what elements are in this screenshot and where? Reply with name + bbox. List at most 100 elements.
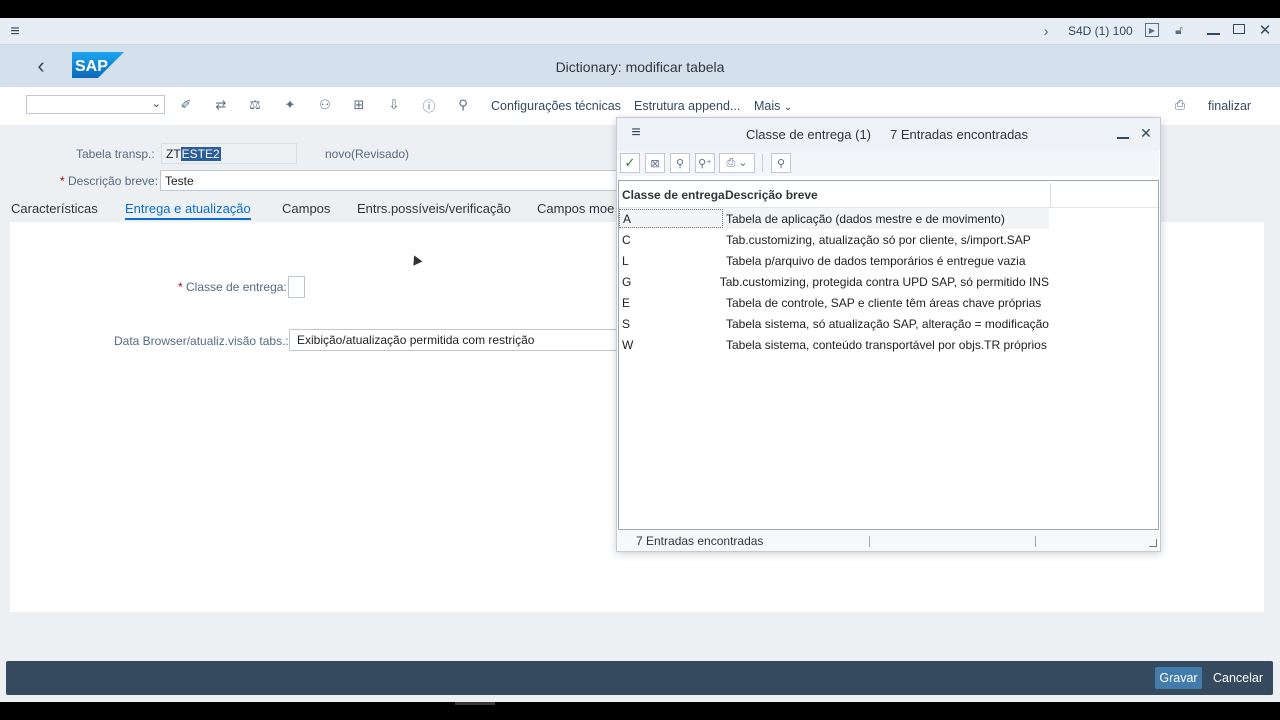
- table-row[interactable]: G Tab.customizing, protegida contra UPD …: [619, 271, 1049, 292]
- chevron-right-icon[interactable]: ›: [1038, 22, 1054, 40]
- table-row[interactable]: C Tab.customizing, atualização só por cl…: [619, 229, 1049, 250]
- display-change-icon[interactable]: ⇄: [213, 97, 229, 113]
- tab-campos[interactable]: Campos: [282, 201, 330, 216]
- dialog-minimize-icon[interactable]: [1117, 137, 1129, 139]
- table-row[interactable]: L Tabela p/arquivo de dados temporários …: [619, 250, 1049, 271]
- bottom-strip: [0, 702, 1280, 720]
- activate-icon[interactable]: ✦: [282, 97, 298, 113]
- tabela-transp-label: Tabela transp.:: [76, 147, 155, 161]
- print-icon[interactable]: ⎙: [1172, 97, 1188, 113]
- hierarchy-icon[interactable]: ⊞: [351, 97, 367, 113]
- classe-entrega-input[interactable]: [288, 276, 305, 298]
- system-label: S4D (1) 100: [1068, 24, 1133, 38]
- pin-icon[interactable]: ⚲: [771, 153, 791, 173]
- chevron-down-icon: ⌄: [783, 102, 793, 113]
- column-header-classe[interactable]: Classe de entrega: [622, 188, 725, 202]
- status-text: novo(Revisado): [325, 147, 410, 161]
- more-menu-button[interactable]: Mais ⌄: [754, 99, 792, 113]
- check-object-icon[interactable]: ⚖: [247, 97, 263, 113]
- descricao-breve-label: * Descrição breve:: [60, 174, 158, 188]
- row-description: Tabela sistema, conteúdo transportável p…: [726, 337, 1047, 352]
- print-dropdown-icon[interactable]: ⎙ ⌄: [719, 153, 755, 173]
- toolbar-separator: [762, 154, 763, 172]
- row-code: W: [622, 337, 634, 352]
- column-header-descricao[interactable]: Descrição breve: [725, 188, 818, 202]
- where-used-icon[interactable]: ⚇: [317, 97, 333, 113]
- grid-header: Classe de entrega Descrição breve: [619, 181, 1158, 208]
- data-browser-value: Exibição/atualização permitida com restr…: [297, 333, 535, 347]
- dialog-count: 7 Entradas encontradas: [890, 127, 1029, 142]
- footer-bar: Gravar Cancelar: [6, 661, 1273, 695]
- descricao-breve-input[interactable]: Teste: [160, 170, 620, 191]
- results-grid: Classe de entrega Descrição breve A Tabe…: [618, 180, 1159, 530]
- status-divider: [869, 536, 870, 547]
- table-row[interactable]: E Tabela de controle, SAP e cliente têm …: [619, 292, 1049, 313]
- required-marker: *: [178, 280, 183, 294]
- descricao-breve-label-text: Descrição breve:: [68, 174, 159, 188]
- data-browser-select[interactable]: Exibição/atualização permitida com restr…: [289, 329, 619, 351]
- shell-top-bar: ≡ › S4D (1) 100 ▶ 🔓︎ ✕: [0, 18, 1280, 45]
- row-code: A: [619, 209, 723, 228]
- tabela-transp-field[interactable]: ZT ESTE2: [161, 143, 297, 164]
- other-object-icon[interactable]: ✐: [178, 97, 194, 113]
- row-description: Tabela de controle, SAP e cliente têm ár…: [726, 295, 1042, 310]
- classe-entrega-label-text: Classe de entrega:: [186, 280, 287, 294]
- row-description: Tab.customizing, protegida contra UPD SA…: [719, 274, 1049, 289]
- status-divider: [1035, 536, 1036, 547]
- row-code: S: [622, 316, 631, 331]
- hamburger-menu-icon[interactable]: ≡: [6, 23, 24, 41]
- dialog-status-text: 7 Entradas encontradas: [636, 534, 764, 548]
- page-title: Dictionary: modificar tabela: [555, 59, 725, 75]
- restore-icon[interactable]: [1233, 24, 1245, 34]
- tabela-transp-selection: ESTE2: [180, 146, 221, 161]
- command-field[interactable]: ⌄: [26, 95, 165, 114]
- finalizar-button[interactable]: finalizar: [1208, 99, 1251, 113]
- cancel-x-icon[interactable]: ⊠: [645, 153, 665, 173]
- dialog-menu-icon[interactable]: ≡: [627, 124, 645, 142]
- tabela-transp-prefix: ZT: [166, 146, 181, 161]
- tab-campos-moeda[interactable]: Campos moe: [537, 201, 614, 216]
- row-description: Tab.customizing, atualização só por clie…: [726, 232, 1031, 247]
- minimize-icon[interactable]: [1207, 33, 1220, 35]
- gravar-button[interactable]: Gravar: [1155, 667, 1202, 689]
- tab-caracteristicas[interactable]: Características: [11, 201, 98, 216]
- row-code: L: [622, 253, 629, 268]
- play-icon[interactable]: ▶: [1145, 23, 1159, 37]
- descricao-breve-value: Teste: [165, 173, 194, 188]
- transport-icon[interactable]: ⇩: [386, 97, 402, 113]
- row-code: G: [622, 274, 632, 289]
- dialog-status-bar: 7 Entradas encontradas: [618, 531, 1159, 551]
- row-code: E: [622, 295, 631, 310]
- required-marker: *: [60, 174, 65, 188]
- config-tecnicas-button[interactable]: Configurações técnicas: [491, 99, 621, 113]
- search-icon[interactable]: ⚲: [670, 153, 690, 173]
- dialog-title: Classe de entrega (1): [746, 127, 872, 142]
- resize-handle-icon[interactable]: [1149, 539, 1157, 547]
- info-icon[interactable]: ⓘ: [421, 97, 437, 114]
- mouse-cursor-icon: [409, 253, 423, 266]
- object-list-icon[interactable]: ⚲: [455, 97, 471, 113]
- title-bar: ‹ SAP Dictionary: modificar tabela: [0, 45, 1280, 87]
- row-description: Tabela p/arquivo de dados temporários é …: [726, 253, 1026, 268]
- lock-icon[interactable]: 🔓︎: [1172, 22, 1186, 38]
- dialog-close-icon[interactable]: ✕: [1138, 124, 1154, 142]
- table-row[interactable]: S Tabela sistema, só atualização SAP, al…: [619, 313, 1049, 334]
- estrutura-append-button[interactable]: Estrutura append...: [634, 99, 740, 113]
- dialog-toolbar: ✓ ⊠ ⚲ ⚲⁺ ⎙ ⌄ ⚲: [618, 150, 1159, 176]
- row-description: Tabela de aplicação (dados mestre e de m…: [726, 211, 1005, 226]
- close-window-icon[interactable]: ✕: [1257, 21, 1273, 39]
- chevron-down-icon[interactable]: ⌄: [152, 97, 161, 110]
- tab-entrs-possiveis[interactable]: Entrs.possíveis/verificação: [357, 201, 511, 216]
- cancelar-button[interactable]: Cancelar: [1210, 667, 1266, 689]
- confirm-check-icon[interactable]: ✓: [620, 153, 640, 173]
- table-row[interactable]: W Tabela sistema, conteúdo transportável…: [619, 334, 1049, 355]
- dialog-header: ≡ Classe de entrega (1) 7 Entradas encon…: [617, 118, 1160, 150]
- search-next-icon[interactable]: ⚲⁺: [695, 153, 715, 173]
- more-menu-label: Mais: [754, 99, 781, 113]
- tab-entrega-atualizacao[interactable]: Entrega e atualização: [125, 201, 251, 220]
- data-browser-label: Data Browser/atualiz.visão tabs.:: [114, 334, 289, 348]
- table-row[interactable]: A Tabela de aplicação (dados mestre e de…: [619, 208, 1049, 229]
- classe-entrega-label: * Classe de entrega:: [178, 280, 287, 294]
- value-help-dialog: ≡ Classe de entrega (1) 7 Entradas encon…: [616, 117, 1161, 552]
- column-divider: [1050, 183, 1051, 207]
